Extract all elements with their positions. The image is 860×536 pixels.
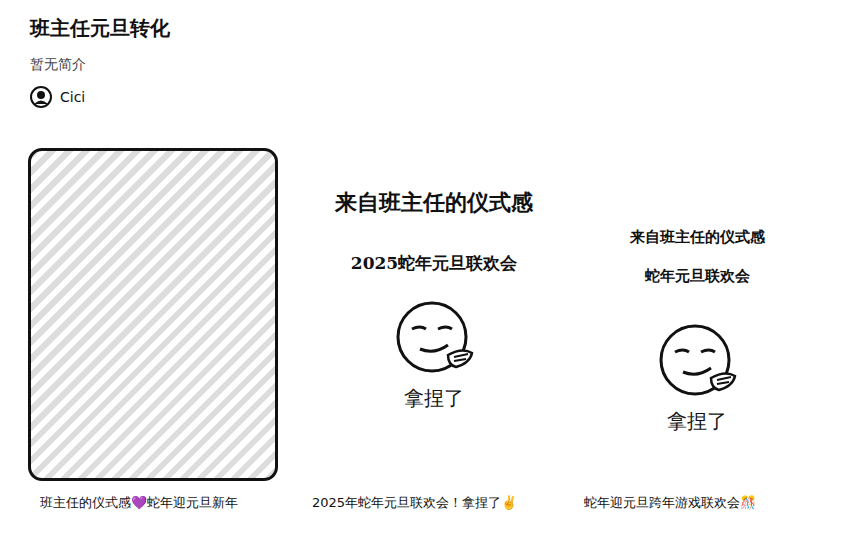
collection-description: 暂无简介: [30, 54, 830, 74]
note-cover[interactable]: 来自班主任的仪式感蛇年元旦联欢会拿捏了: [572, 148, 822, 481]
cover-label: 拿捏了: [404, 385, 464, 412]
cover-line: 来自班主任的仪式感: [630, 228, 765, 247]
note-card[interactable]: 班主任的仪式感💜蛇年迎元旦新年: [28, 148, 278, 513]
note-caption[interactable]: 班主任的仪式感💜蛇年迎元旦新年: [28, 493, 278, 513]
note-caption[interactable]: 2025年蛇年元旦联欢会！拿捏了✌️: [300, 493, 550, 513]
collection-header: 班主任元旦转化 暂无简介 Cici: [0, 0, 860, 108]
note-cover[interactable]: 来自班主任的仪式感 2025蛇年元旦联欢会拿捏了: [300, 148, 568, 481]
note-card[interactable]: 来自班主任的仪式感蛇年元旦联欢会拿捏了蛇年迎元旦跨年游戏联欢会🎊: [572, 148, 822, 513]
note-card[interactable]: 来自班主任的仪式感 2025蛇年元旦联欢会拿捏了 2025年蛇年元旦联欢会！拿捏了✌…: [300, 148, 550, 513]
author[interactable]: Cici: [30, 86, 830, 108]
note-cover[interactable]: [28, 148, 278, 481]
smirk-face-icon: [392, 297, 476, 381]
cover-line: 蛇年元旦联欢会: [645, 267, 750, 286]
cover-line: 来自班主任的仪式感: [335, 188, 533, 218]
cover-line: 2025蛇年元旦联欢会: [351, 252, 517, 275]
author-name[interactable]: Cici: [60, 86, 85, 108]
note-grid: 班主任的仪式感💜蛇年迎元旦新年 来自班主任的仪式感 2025蛇年元旦联欢会拿捏了 20…: [0, 108, 860, 513]
avatar-icon[interactable]: [30, 86, 52, 108]
smirk-face-icon: [655, 320, 739, 404]
cover-label: 拿捏了: [667, 408, 727, 435]
note-caption[interactable]: 蛇年迎元旦跨年游戏联欢会🎊: [572, 493, 822, 513]
collection-title: 班主任元旦转化: [30, 14, 830, 42]
